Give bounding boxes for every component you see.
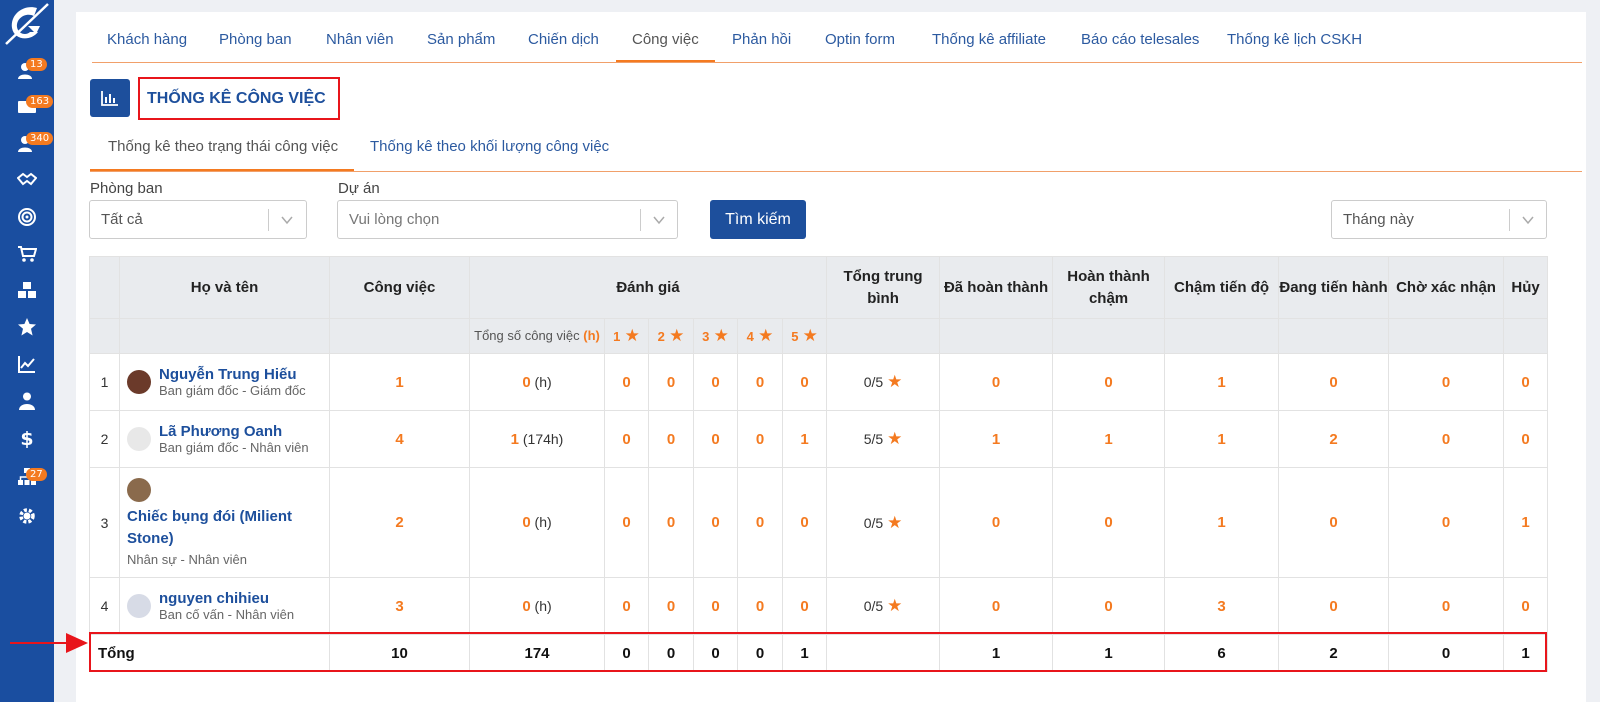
avatar — [127, 594, 151, 618]
notification-badge: 340 — [26, 132, 54, 145]
tab-departments[interactable]: Phòng ban — [219, 22, 292, 62]
total-row: Tổng 10 174 0 0 0 0 1 1 1 6 2 0 1 — [89, 634, 1549, 672]
cart-icon[interactable] — [14, 241, 40, 267]
col-cancel: Hủy — [1503, 256, 1549, 319]
tab-campaigns[interactable]: Chiến dịch — [528, 22, 599, 62]
project-select[interactable]: Vui lòng chọn — [337, 200, 678, 239]
star-icon[interactable] — [14, 314, 40, 340]
employee-name-link[interactable]: Nguyễn Trung Hiếu — [159, 366, 306, 383]
user-tie-icon[interactable] — [14, 388, 40, 414]
col-in-progress: Đang tiến hành — [1278, 256, 1390, 319]
employee-name-link[interactable]: Lã Phương Oanh — [159, 423, 309, 440]
search-button[interactable]: Tìm kiếm — [710, 200, 806, 239]
col-behind: Chậm tiến độ — [1164, 256, 1280, 319]
col-average: Tổng trung bình — [826, 256, 941, 319]
tab-status-stats[interactable]: Thống kê theo trạng thái công việc — [90, 132, 355, 171]
col-rating: Đánh giá — [468, 256, 828, 319]
period-select[interactable]: Tháng này — [1331, 200, 1547, 239]
tab-products[interactable]: Sản phẩm — [427, 22, 495, 62]
sidebar: 13 163 340 $ 27 — [0, 0, 54, 702]
handshake-icon[interactable] — [14, 167, 40, 193]
subheader-total-tasks: Tổng số công việc (h) — [474, 328, 600, 343]
tab-care-schedule-stats[interactable]: Thống kê lịch CSKH — [1227, 22, 1362, 62]
department-select[interactable]: Tất cả — [89, 200, 307, 239]
brand-logo[interactable] — [4, 2, 50, 46]
tab-optin-form[interactable]: Optin form — [825, 22, 895, 62]
target-icon[interactable] — [14, 204, 40, 230]
notification-badge: 27 — [26, 468, 47, 481]
tab-customers[interactable]: Khách hàng — [107, 22, 187, 62]
sub-tabs: Thống kê theo trạng thái công việc Thống… — [90, 132, 1582, 172]
star-icon: ★ — [624, 325, 640, 345]
chevron-down-icon — [281, 216, 293, 225]
avatar — [127, 427, 151, 451]
star-icon: ★ — [669, 325, 685, 345]
star-icon: ★ — [887, 429, 903, 448]
star-icon: ★ — [887, 372, 903, 391]
bar-chart-icon — [101, 91, 118, 106]
tab-employees[interactable]: Nhân viên — [326, 22, 394, 62]
avatar — [127, 370, 151, 394]
project-placeholder: Vui lòng chọn — [349, 211, 440, 228]
star-icon: ★ — [802, 325, 818, 345]
employee-dept: Ban giám đốc - Nhân viên — [159, 440, 309, 455]
star-icon: ★ — [758, 325, 774, 345]
page-title-highlight: THỐNG KÊ CÔNG VIỆC — [138, 77, 340, 120]
employee-dept: Ban cố vấn - Nhân viên — [159, 607, 295, 622]
tab-affiliate-stats[interactable]: Thống kê affiliate — [932, 22, 1046, 62]
col-tasks: Công việc — [329, 256, 470, 319]
top-nav-tabs: Khách hàng Phòng ban Nhân viên Sản phẩm … — [92, 22, 1582, 63]
dollar-icon[interactable]: $ — [14, 425, 40, 451]
stats-icon-button[interactable] — [90, 79, 130, 117]
project-label: Dự án — [338, 180, 380, 197]
tab-feedback[interactable]: Phản hồi — [732, 22, 791, 62]
star-icon: ★ — [887, 512, 903, 532]
table-row: 3 Chiếc bụng đói (Milient Stone) Nhân sự… — [89, 467, 1549, 578]
notification-badge: 163 — [26, 95, 54, 108]
star-icon: ★ — [887, 596, 903, 615]
col-done: Đã hoàn thành — [939, 256, 1054, 319]
page-title: THỐNG KÊ CÔNG VIỆC — [147, 90, 326, 107]
tab-volume-stats[interactable]: Thống kê theo khối lượng công việc — [370, 132, 609, 171]
table-row: 4 nguyen chihieu Ban cố vấn - Nhân viên … — [89, 577, 1549, 635]
col-name: Họ và tên — [119, 256, 330, 319]
table-row: 1 Nguyễn Trung Hiếu Ban giám đốc - Giám … — [89, 353, 1549, 411]
gear-icon[interactable] — [14, 503, 40, 529]
col-pending: Chờ xác nhận — [1388, 256, 1505, 319]
chevron-down-icon — [653, 216, 665, 225]
star-icon: ★ — [713, 325, 729, 345]
department-value: Tất cả — [101, 211, 143, 228]
avatar — [127, 478, 151, 502]
boxes-icon[interactable] — [14, 277, 40, 303]
table-row: 2 Lã Phương Oanh Ban giám đốc - Nhân viê… — [89, 410, 1549, 468]
employee-dept: Nhân sự - Nhân viên — [127, 552, 247, 567]
employee-name-link[interactable]: nguyen chihieu — [159, 590, 294, 607]
period-value: Tháng này — [1343, 211, 1414, 228]
col-index — [89, 256, 120, 319]
chevron-down-icon — [1522, 216, 1534, 225]
svg-text:$: $ — [20, 428, 33, 448]
task-stats-table: Họ và tên Công việc Đánh giá Tổng trung … — [89, 256, 1549, 672]
arrow-right-icon — [10, 633, 88, 653]
tab-tasks[interactable]: Công việc — [616, 22, 715, 62]
notification-badge: 13 — [26, 58, 47, 71]
col-done-late: Hoàn thành chậm — [1052, 256, 1166, 319]
total-label: Tổng — [89, 634, 330, 672]
chart-line-icon[interactable] — [14, 351, 40, 377]
tab-telesales-report[interactable]: Báo cáo telesales — [1081, 22, 1199, 62]
employee-dept: Ban giám đốc - Giám đốc — [159, 383, 306, 398]
employee-name-link[interactable]: Chiếc bụng đói (Milient Stone) — [127, 506, 329, 550]
department-label: Phòng ban — [90, 180, 163, 197]
